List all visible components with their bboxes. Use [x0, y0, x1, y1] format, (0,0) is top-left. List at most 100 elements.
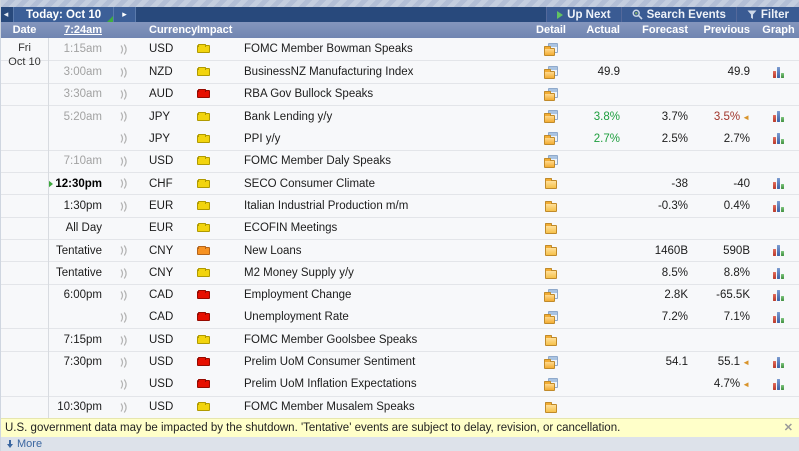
- impact-cell: [191, 157, 239, 165]
- event-title[interactable]: Bank Lending y/y: [239, 111, 530, 123]
- graph-icon[interactable]: [773, 111, 784, 122]
- impact-red-icon: [197, 291, 210, 299]
- impact-cell: [191, 45, 239, 53]
- events-table: Fri Oct 10 1:15amUSDFOMC Member Bowman S…: [1, 38, 799, 418]
- speaker-icon[interactable]: [118, 178, 128, 189]
- graph-icon[interactable]: [773, 290, 784, 301]
- speaker-icon[interactable]: [118, 312, 128, 323]
- speaker-icon[interactable]: [118, 290, 128, 301]
- event-title[interactable]: Prelim UoM Consumer Sentiment: [239, 356, 530, 368]
- event-title[interactable]: BusinessNZ Manufacturing Index: [239, 66, 530, 78]
- graph-icon[interactable]: [773, 268, 784, 279]
- event-title[interactable]: ECOFIN Meetings: [239, 222, 530, 234]
- current-time-link[interactable]: 7:24am: [64, 24, 102, 36]
- filter-button[interactable]: Filter: [736, 7, 799, 22]
- event-title[interactable]: FOMC Member Bowman Speaks: [239, 43, 530, 55]
- detail-folder-icon[interactable]: [544, 267, 559, 280]
- prev-day-arrow-icon[interactable]: ◂: [1, 7, 11, 22]
- event-title[interactable]: Employment Change: [239, 289, 530, 301]
- event-title[interactable]: Prelim UoM Inflation Expectations: [239, 378, 530, 390]
- event-title[interactable]: Unemployment Rate: [239, 311, 530, 323]
- detail-folder-icon[interactable]: [544, 177, 559, 190]
- event-currency: JPY: [141, 133, 191, 145]
- more-link[interactable]: More: [6, 438, 42, 450]
- previous-value-label: 49.9: [728, 66, 750, 78]
- speaker-cell: [104, 67, 141, 78]
- event-title[interactable]: FOMC Member Daly Speaks: [239, 155, 530, 167]
- event-title[interactable]: PPI y/y: [239, 133, 530, 145]
- previous-value: 8.8%: [690, 267, 758, 279]
- speaker-icon[interactable]: [118, 357, 128, 368]
- event-time-label: Tentative: [56, 245, 102, 257]
- graph-icon[interactable]: [773, 312, 784, 323]
- detail-folder-icon[interactable]: [544, 401, 559, 414]
- detail-open-folder-icon[interactable]: [544, 66, 559, 79]
- impact-red-icon: [197, 90, 210, 98]
- detail-open-folder-icon[interactable]: [544, 88, 559, 101]
- event-time-label: 10:30pm: [57, 401, 102, 413]
- event-title[interactable]: M2 Money Supply y/y: [239, 267, 530, 279]
- detail-open-folder-icon[interactable]: [544, 132, 559, 145]
- close-icon[interactable]: ✕: [784, 421, 793, 434]
- col-previous: Previous: [690, 24, 758, 36]
- actual-value: 49.9: [572, 66, 620, 78]
- event-time: 1:15am: [48, 43, 104, 55]
- event-row: JPYPPI y/y2.7%2.5%2.7%: [1, 127, 799, 149]
- speaker-icon[interactable]: [118, 402, 128, 413]
- event-title[interactable]: FOMC Member Goolsbee Speaks: [239, 334, 530, 346]
- event-row: 3:30amAUDRBA Gov Bullock Speaks: [1, 83, 799, 105]
- speaker-icon[interactable]: [118, 335, 128, 346]
- detail-open-folder-icon[interactable]: [544, 289, 559, 302]
- detail-cell: [530, 155, 572, 168]
- graph-icon[interactable]: [773, 245, 784, 256]
- event-title[interactable]: New Loans: [239, 245, 530, 257]
- detail-open-folder-icon[interactable]: [544, 378, 559, 391]
- more-label: More: [17, 438, 42, 450]
- event-time: 10:30pm: [48, 401, 104, 413]
- graph-icon[interactable]: [773, 178, 784, 189]
- speaker-icon[interactable]: [118, 156, 128, 167]
- actual-value: 2.7%: [572, 133, 620, 145]
- speaker-icon[interactable]: [118, 67, 128, 78]
- graph-icon[interactable]: [773, 201, 784, 212]
- event-title[interactable]: Italian Industrial Production m/m: [239, 200, 530, 212]
- detail-open-folder-icon[interactable]: [544, 155, 559, 168]
- detail-open-folder-icon[interactable]: [544, 110, 559, 123]
- speaker-icon[interactable]: [118, 111, 128, 122]
- speaker-icon[interactable]: [118, 245, 128, 256]
- speaker-icon[interactable]: [118, 89, 128, 100]
- detail-folder-icon[interactable]: [544, 222, 559, 235]
- event-title[interactable]: FOMC Member Musalem Speaks: [239, 401, 530, 413]
- detail-folder-icon[interactable]: [544, 200, 559, 213]
- event-title[interactable]: RBA Gov Bullock Speaks: [239, 88, 530, 100]
- event-row: 7:15pmUSDFOMC Member Goolsbee Speaks: [1, 328, 799, 350]
- impact-yellow-icon: [197, 135, 210, 143]
- forecast-value: 2.8K: [620, 289, 690, 301]
- detail-open-folder-icon[interactable]: [544, 356, 559, 369]
- up-next-button[interactable]: Up Next: [546, 7, 620, 22]
- event-time-label: 7:15pm: [64, 334, 102, 346]
- graph-icon[interactable]: [773, 67, 784, 78]
- graph-icon[interactable]: [773, 133, 784, 144]
- speaker-icon[interactable]: [118, 379, 128, 390]
- revision-marker-icon: ◄: [742, 113, 750, 122]
- detail-open-folder-icon[interactable]: [544, 311, 559, 324]
- graph-icon[interactable]: [773, 357, 784, 368]
- event-currency: EUR: [141, 222, 191, 234]
- event-currency: EUR: [141, 200, 191, 212]
- graph-icon[interactable]: [773, 379, 784, 390]
- detail-open-folder-icon[interactable]: [544, 43, 559, 56]
- next-day-arrow-icon[interactable]: ▸: [114, 7, 136, 22]
- speaker-icon[interactable]: [118, 268, 128, 279]
- search-events-button[interactable]: Search Events: [621, 7, 736, 22]
- detail-folder-icon[interactable]: [544, 334, 559, 347]
- speaker-icon[interactable]: [118, 133, 128, 144]
- forecast-value: 7.2%: [620, 311, 690, 323]
- impact-yellow-icon: [197, 180, 210, 188]
- col-actual: Actual: [572, 24, 620, 36]
- speaker-icon[interactable]: [118, 44, 128, 55]
- speaker-icon[interactable]: [118, 201, 128, 212]
- event-title[interactable]: SECO Consumer Climate: [239, 178, 530, 190]
- today-button[interactable]: Today: Oct 10: [13, 7, 114, 22]
- detail-folder-icon[interactable]: [544, 244, 559, 257]
